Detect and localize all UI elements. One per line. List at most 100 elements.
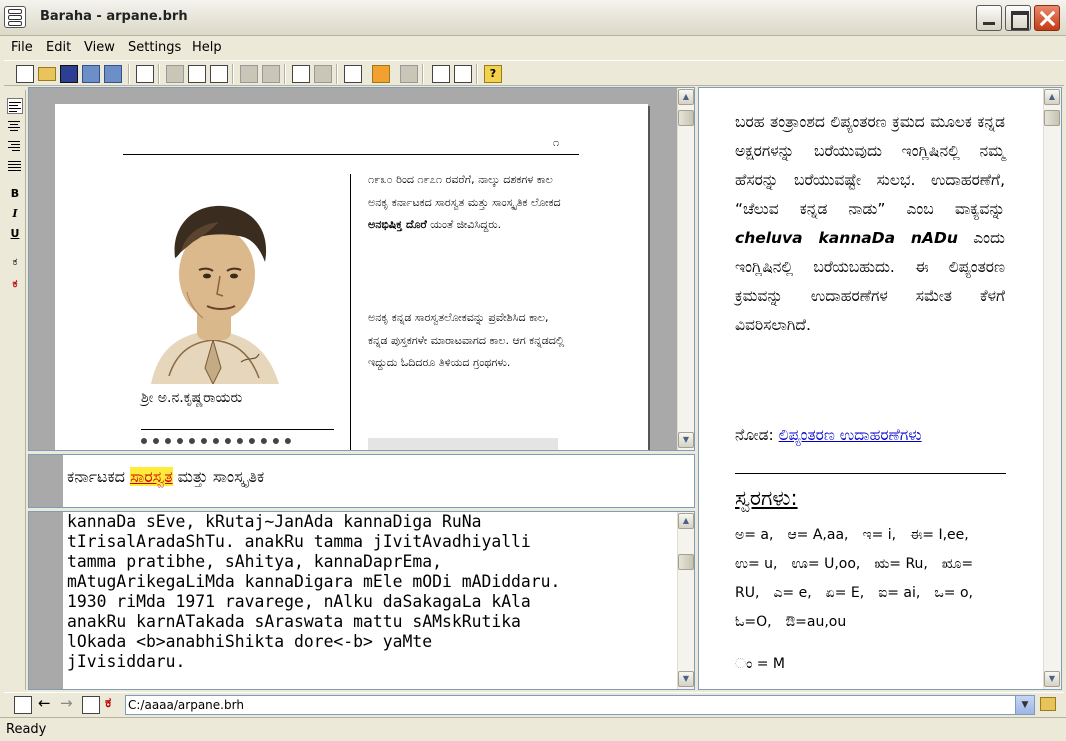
text-editor[interactable]: kannaDa sEve, kRutaj~JanAda kannaDiga Ru… [28,511,695,690]
vowel-mapping: RU, [735,585,760,601]
menu-bar: File Edit View Settings Help [0,37,1066,59]
scroll-up-arrow-icon[interactable]: ▲ [678,89,694,105]
menu-settings[interactable]: Settings [128,40,181,55]
highlight-icon[interactable] [372,65,390,83]
forward-arrow-icon[interactable]: → [60,694,73,712]
scroll-down-arrow-icon[interactable]: ▼ [678,432,694,448]
cut-icon[interactable] [166,65,184,83]
editor-line: anakRu karnATakada sAraswata mattu sAMsk… [67,612,521,631]
highlighted-word[interactable]: ಸಾರಸ್ವತ [130,467,173,486]
status-bar: Ready [0,717,1066,741]
kannada-script-button[interactable]: ಕ [7,254,23,270]
paste-icon[interactable] [240,65,258,83]
scroll-thumb[interactable] [678,554,694,570]
scroll-down-arrow-icon[interactable]: ▼ [678,671,694,687]
align-left-icon[interactable] [7,98,23,114]
vowel-mapping: ಒ= o, [934,585,973,601]
underline-button[interactable]: U [7,226,23,242]
anusvara-mapping: ಂ = M [735,656,785,672]
editor-line: tamma pratibhe, sAhitya, kannaDaprEma, [67,552,442,571]
caption-rule [141,429,334,430]
vowel-mapping: ಇ= i, [862,527,897,543]
copy-special-icon[interactable] [210,65,228,83]
new-file-icon[interactable] [16,65,34,83]
status-text: Ready [6,722,47,737]
align-right-icon[interactable] [7,138,23,154]
editor-line: mAtugArikegaLiMda kannaDigara mEle mODi … [67,572,561,591]
vowel-mapping-list: ಅ= a, ಆ= A,aa, ಇ= i, ಈ= I,ee, ಉ= u, ಊ= U,oo, ಋ… [735,521,1015,637]
vowel-mapping: ಉ= u, [735,556,778,572]
print-preview-icon[interactable] [292,65,310,83]
vowel-row: ಉ= u, ಊ= U,oo, ಋ= Ru, ೠ= [735,550,1015,579]
editor-gutter [29,512,63,689]
scroll-up-arrow-icon[interactable]: ▲ [678,513,694,529]
file-path-field[interactable]: C:/aaaa/arpane.brh [125,695,1035,715]
path-dropdown-icon[interactable]: ▼ [1015,695,1035,715]
scroll-thumb[interactable] [678,110,694,126]
print-preview-pane[interactable]: ೧ ಶ್ರೀ ಅ.ನ.ಕೃಷ್ಣರಾಯರು ೧೯೩೦ ರಿಂದ ೧೯೭೧ ರವರ… [28,87,695,451]
app-icon[interactable] [4,6,26,28]
menu-edit[interactable]: Edit [46,40,71,55]
editor-scrollbar[interactable]: ▲ ▼ [677,512,694,689]
convert-icon[interactable] [344,65,362,83]
title-bar: Baraha - arpane.brh [0,0,1066,36]
editor-line: 1930 riMda 1971 ravarege, nAlku daSakaga… [67,592,531,611]
bold-button[interactable]: B [7,186,23,202]
kannada-icon[interactable]: ಕ [105,695,111,711]
vowel-mapping: ಓ=O, [735,614,772,630]
maximize-button[interactable] [1005,5,1031,31]
scroll-up-arrow-icon[interactable]: ▲ [1044,89,1060,105]
properties-icon[interactable] [136,65,154,83]
kannada-line-pane[interactable]: ಕರ್ನಾಟಕದ ಸಾರಸ್ವತ ಮತ್ತು ಸಾಂಸ್ಕೃತಿಕ [28,454,695,508]
book-icon[interactable] [82,696,100,714]
editor-line: tIrisalAradaShTu. anakRu tamma jIvitAvad… [67,532,531,551]
portrait-caption: ಶ್ರೀ ಅ.ನ.ಕೃಷ್ಣರಾಯರು [141,390,243,406]
menu-view[interactable]: View [84,40,115,55]
see-also: ನೋಡ: ಲಿಪ್ಯಂತರಣ ಉದಾಹರಣೆಗಳು [735,426,922,444]
split-vertical-icon[interactable] [454,65,472,83]
cut-off-text-line [141,438,291,450]
save-icon[interactable] [60,65,78,83]
menu-help[interactable]: Help [192,40,222,55]
vowel-mapping: ಅ= a, [735,527,774,543]
kannada-font-button[interactable]: ಕ [7,276,23,292]
help-pane[interactable]: ಬರಹ ತಂತ್ರಾಂಶದ ಲಿಪ್ಯಂತರಣ ಕ್ರಮದ ಮೂಲಕ ಕನ್ನಡ… [698,87,1062,690]
vowel-mapping: ಏ= E, [825,585,865,601]
justify-icon[interactable] [7,158,23,174]
minimize-button[interactable] [976,5,1002,31]
menu-file[interactable]: File [11,40,33,55]
example-text: cheluva kannaDa nADu [735,229,958,247]
vowel-mapping: ಆ= A,aa, [787,527,849,543]
preview-paragraph-1: ೧೯೩೦ ರಿಂದ ೧೯೭೧ ರವರೆಗೆ, ನಾಲ್ಕು ದಶಕಗಳ ಕಾಲ … [368,173,561,231]
copy-icon[interactable] [188,65,206,83]
vowel-mapping: ಋ= Ru, [874,556,928,572]
back-arrow-icon[interactable]: ← [38,694,51,712]
export-icon[interactable] [82,65,100,83]
scroll-down-arrow-icon[interactable]: ▼ [1044,671,1060,687]
vowels-heading: ಸ್ವರಗಳು: [735,486,798,510]
align-center-icon[interactable] [7,118,23,134]
find-icon[interactable] [400,65,418,83]
preview-scrollbar[interactable]: ▲ ▼ [677,88,694,450]
paste-special-icon[interactable] [262,65,280,83]
column-rule [350,174,351,450]
editor-text[interactable]: kannaDa sEve, kRutaj~JanAda kannaDiga Ru… [67,512,682,672]
header-rule [123,154,579,155]
file-path-text: C:/aaaa/arpane.brh [128,698,244,712]
close-button[interactable] [1034,5,1060,31]
open-file-icon[interactable] [1040,697,1056,711]
export-html-icon[interactable] [104,65,122,83]
examples-link[interactable]: ಲಿಪ್ಯಂತರಣ ಉದಾಹರಣೆಗಳು [779,426,922,444]
split-horizontal-icon[interactable] [432,65,450,83]
help-icon[interactable]: ? [484,65,502,83]
open-folder-icon[interactable] [38,67,56,81]
scroll-thumb[interactable] [1044,110,1060,126]
kannada-line-text: ಕರ್ನಾಟಕದ ಸಾರಸ್ವತ ಮತ್ತು ಸಾಂಸ್ಕೃತಿಕ [67,467,265,486]
help-divider [735,473,1006,474]
print-icon[interactable] [314,65,332,83]
page-number: ೧ [553,136,560,149]
italic-button[interactable]: I [7,206,23,222]
help-scrollbar[interactable]: ▲ ▼ [1043,88,1061,689]
vowel-row: RU, ಎ= e, ಏ= E, ಐ= ai, ಒ= o, [735,579,1015,608]
layout-icon[interactable] [14,696,32,714]
